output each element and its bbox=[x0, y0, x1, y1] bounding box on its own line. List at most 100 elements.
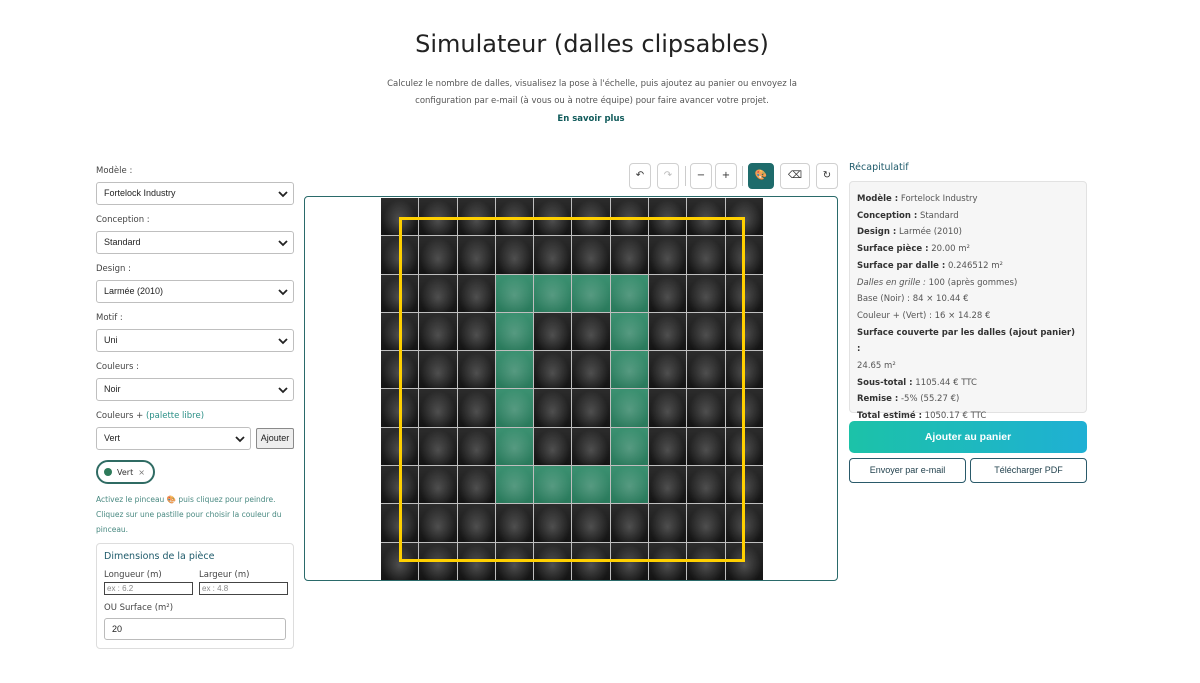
zoom-out-button[interactable]: − bbox=[690, 163, 712, 189]
tile-black[interactable] bbox=[687, 542, 725, 580]
model-select[interactable]: Fortelock Industry bbox=[96, 182, 294, 205]
remove-chip-icon[interactable]: × bbox=[138, 468, 145, 477]
tile-black[interactable] bbox=[457, 466, 495, 504]
tile-black[interactable] bbox=[572, 312, 610, 351]
tile-black[interactable] bbox=[649, 504, 687, 542]
tile-black[interactable] bbox=[381, 274, 419, 312]
tile-black[interactable] bbox=[649, 466, 687, 504]
tile-black[interactable] bbox=[572, 351, 610, 389]
tile-black[interactable] bbox=[457, 351, 495, 389]
colors-select[interactable]: Noir bbox=[96, 378, 294, 401]
tile-black[interactable] bbox=[725, 466, 763, 504]
tile-green[interactable] bbox=[610, 427, 649, 466]
tile-black[interactable] bbox=[725, 198, 763, 236]
tile-black[interactable] bbox=[687, 198, 725, 236]
tile-black[interactable] bbox=[495, 542, 534, 580]
width-input[interactable]: ex : 4.8 bbox=[199, 582, 288, 595]
tile-black[interactable] bbox=[649, 542, 687, 580]
tile-black[interactable] bbox=[419, 427, 457, 466]
add-color-button[interactable]: Ajouter bbox=[256, 428, 294, 449]
tile-black[interactable] bbox=[534, 389, 572, 427]
tile-black[interactable] bbox=[381, 312, 419, 351]
tile-black[interactable] bbox=[687, 312, 725, 351]
tile-black[interactable] bbox=[381, 542, 419, 580]
tile-black[interactable] bbox=[725, 236, 763, 274]
tile-black[interactable] bbox=[457, 427, 495, 466]
tile-black[interactable] bbox=[610, 542, 649, 580]
tile-black[interactable] bbox=[419, 198, 457, 236]
tile-black[interactable] bbox=[687, 236, 725, 274]
tile-black[interactable] bbox=[419, 389, 457, 427]
color-chip-vert[interactable]: Vert × bbox=[96, 460, 155, 484]
motif-select[interactable]: Uni bbox=[96, 329, 294, 352]
tile-black[interactable] bbox=[457, 542, 495, 580]
tile-black[interactable] bbox=[495, 504, 534, 542]
tile-black[interactable] bbox=[649, 427, 687, 466]
tile-canvas[interactable] bbox=[304, 196, 838, 581]
tile-black[interactable] bbox=[649, 351, 687, 389]
tile-black[interactable] bbox=[381, 466, 419, 504]
tile-black[interactable] bbox=[572, 427, 610, 466]
tile-green[interactable] bbox=[495, 427, 534, 466]
tile-green[interactable] bbox=[610, 274, 649, 312]
tile-black[interactable] bbox=[687, 351, 725, 389]
tile-black[interactable] bbox=[457, 198, 495, 236]
tile-green[interactable] bbox=[572, 274, 610, 312]
tile-black[interactable] bbox=[725, 312, 763, 351]
tile-black[interactable] bbox=[457, 504, 495, 542]
tile-black[interactable] bbox=[419, 351, 457, 389]
tile-green[interactable] bbox=[495, 312, 534, 351]
tile-green[interactable] bbox=[534, 274, 572, 312]
tile-black[interactable] bbox=[419, 542, 457, 580]
eraser-button[interactable]: ⌫ bbox=[780, 163, 810, 189]
tile-black[interactable] bbox=[381, 236, 419, 274]
tile-black[interactable] bbox=[572, 389, 610, 427]
tile-black[interactable] bbox=[649, 236, 687, 274]
tile-black[interactable] bbox=[534, 504, 572, 542]
zoom-in-button[interactable]: + bbox=[715, 163, 737, 189]
tile-black[interactable] bbox=[649, 389, 687, 427]
tile-green[interactable] bbox=[610, 466, 649, 504]
tile-black[interactable] bbox=[419, 274, 457, 312]
tile-black[interactable] bbox=[649, 312, 687, 351]
tile-green[interactable] bbox=[534, 466, 572, 504]
tile-green[interactable] bbox=[495, 274, 534, 312]
tile-black[interactable] bbox=[419, 504, 457, 542]
send-email-button[interactable]: Envoyer par e-mail bbox=[849, 458, 966, 483]
tile-black[interactable] bbox=[649, 274, 687, 312]
tile-black[interactable] bbox=[495, 236, 534, 274]
tile-black[interactable] bbox=[457, 389, 495, 427]
tile-green[interactable] bbox=[495, 389, 534, 427]
tile-black[interactable] bbox=[534, 542, 572, 580]
tile-black[interactable] bbox=[381, 198, 419, 236]
tile-black[interactable] bbox=[687, 274, 725, 312]
surface-input[interactable]: 20 bbox=[104, 618, 286, 640]
tile-black[interactable] bbox=[419, 312, 457, 351]
tile-black[interactable] bbox=[457, 274, 495, 312]
tile-black[interactable] bbox=[534, 198, 572, 236]
design-select[interactable]: Larmée (2010) bbox=[96, 280, 294, 303]
tile-black[interactable] bbox=[725, 274, 763, 312]
length-input[interactable]: ex : 6.2 bbox=[104, 582, 193, 595]
tile-black[interactable] bbox=[649, 198, 687, 236]
tile-black[interactable] bbox=[687, 389, 725, 427]
tile-black[interactable] bbox=[381, 427, 419, 466]
tile-black[interactable] bbox=[381, 351, 419, 389]
tile-black[interactable] bbox=[534, 427, 572, 466]
colors-plus-select[interactable]: Vert bbox=[96, 427, 251, 450]
tile-black[interactable] bbox=[687, 504, 725, 542]
tile-black[interactable] bbox=[572, 542, 610, 580]
tile-black[interactable] bbox=[725, 542, 763, 580]
download-pdf-button[interactable]: Télécharger PDF bbox=[970, 458, 1087, 483]
tile-green[interactable] bbox=[610, 351, 649, 389]
redo-button[interactable]: ↷ bbox=[657, 163, 679, 189]
tile-black[interactable] bbox=[495, 198, 534, 236]
tile-black[interactable] bbox=[419, 466, 457, 504]
add-to-cart-button[interactable]: Ajouter au panier bbox=[849, 421, 1087, 453]
conception-select[interactable]: Standard bbox=[96, 231, 294, 254]
tile-black[interactable] bbox=[725, 351, 763, 389]
tile-black[interactable] bbox=[687, 466, 725, 504]
tile-black[interactable] bbox=[572, 504, 610, 542]
tile-green[interactable] bbox=[610, 312, 649, 351]
tile-black[interactable] bbox=[725, 427, 763, 466]
